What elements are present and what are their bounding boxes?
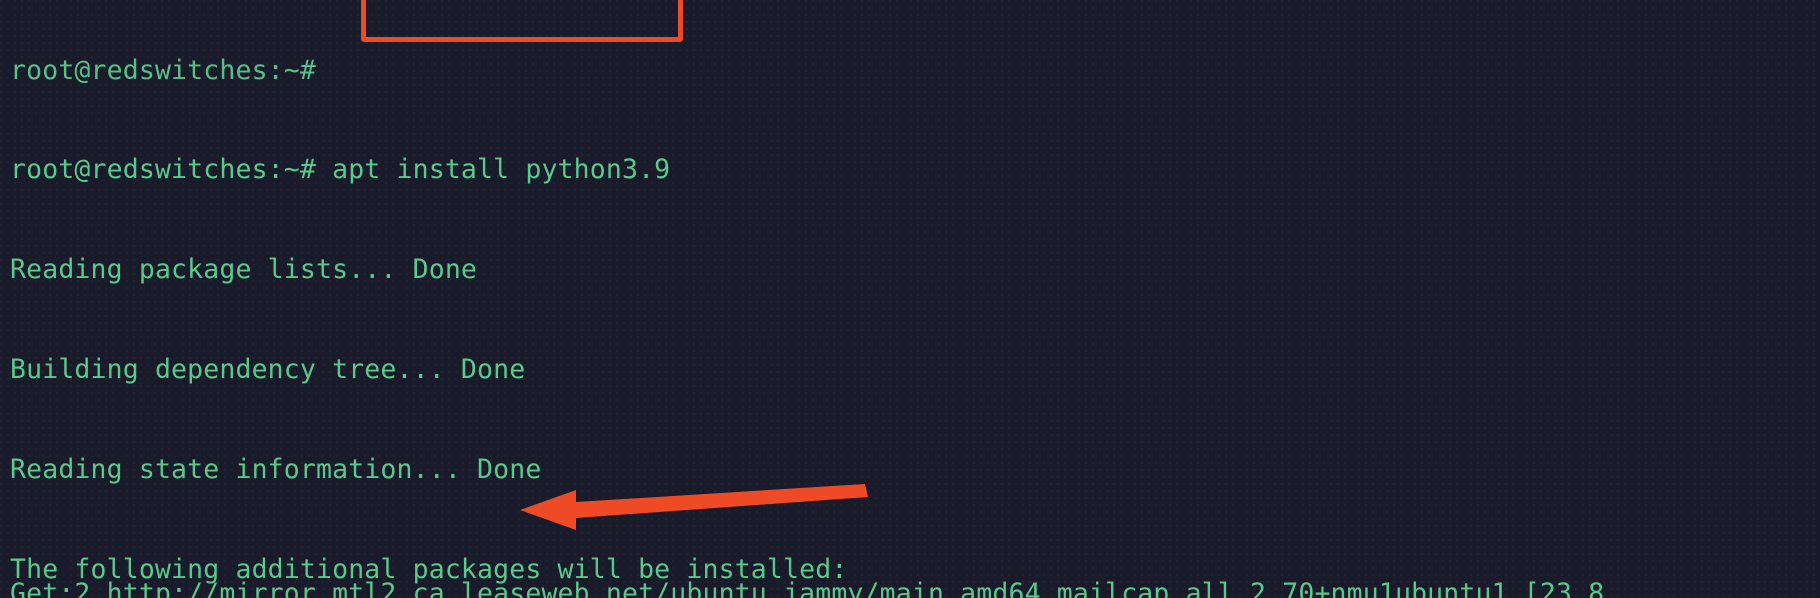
terminal-line: Building dependency tree... Done: [10, 354, 526, 386]
terminal-line-partial: Get:2 http://mirror.mtl2.ca.leaseweb.net…: [10, 577, 1605, 598]
terminal-output: root@redswitches:~# root@redswitches:~# …: [10, 0, 1820, 598]
terminal-window[interactable]: root@redswitches:~# root@redswitches:~# …: [0, 0, 1820, 598]
terminal-line-command: root@redswitches:~# apt install python3.…: [10, 154, 671, 186]
terminal-line: root@redswitches:~#: [10, 54, 316, 86]
terminal-line: Reading package lists... Done: [10, 254, 478, 286]
terminal-line: Reading state information... Done: [10, 454, 542, 486]
